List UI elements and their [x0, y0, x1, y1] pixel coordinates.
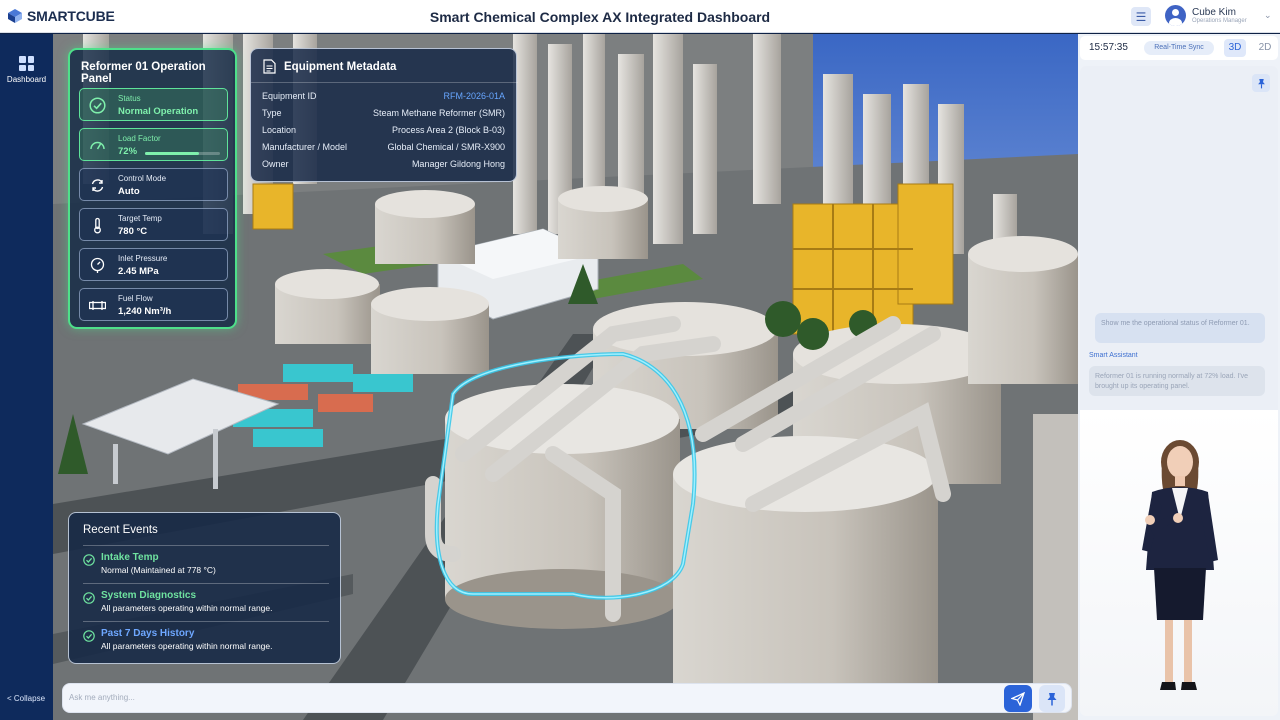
- sidebar: Dashboard < Collapse: [0, 34, 53, 720]
- avatar: [1165, 5, 1186, 26]
- stat-value: 2.45 MPa: [118, 266, 159, 277]
- events-title: Recent Events: [83, 524, 158, 536]
- check-icon: [83, 554, 95, 566]
- panel-title: Reformer 01 Operation Panel: [81, 61, 206, 85]
- view-2d-toggle[interactable]: 2D: [1254, 39, 1276, 57]
- assistant-avatar-figure: [1142, 440, 1218, 690]
- pin-button[interactable]: [1039, 685, 1065, 712]
- user-name: Cube Kim: [1192, 7, 1236, 18]
- menu-button[interactable]: ☰: [1131, 7, 1151, 26]
- assistant-avatar-video: [1080, 410, 1278, 716]
- view-3d-toggle[interactable]: 3D: [1224, 39, 1246, 57]
- sidebar-item-dashboard[interactable]: Dashboard: [0, 56, 53, 84]
- user-message: Show me the operational status of Reform…: [1095, 313, 1265, 343]
- pressure-gauge-icon: [90, 257, 105, 273]
- chevron-down-icon[interactable]: ⌄: [1264, 10, 1272, 21]
- check-circle-icon: [89, 97, 106, 114]
- load-progress-fill: [145, 152, 199, 155]
- check-icon: [83, 630, 95, 642]
- event-desc: Normal (Maintained at 778 °C): [101, 565, 216, 575]
- menu-icon: ☰: [1135, 9, 1147, 24]
- fuel-flow-card[interactable]: Fuel Flow 1,240 Nm³/h: [79, 288, 228, 321]
- assistant-message: Reformer 01 is running normally at 72% l…: [1089, 366, 1265, 396]
- control-mode-card[interactable]: Control Mode Auto: [79, 168, 228, 201]
- refresh-icon: [91, 179, 104, 192]
- collapse-button[interactable]: < Collapse: [7, 694, 45, 703]
- stat-label: Control Mode: [118, 174, 167, 183]
- reformer-operation-panel: Reformer 01 Operation Panel Status Norma…: [68, 48, 237, 329]
- pin-icon: [1047, 692, 1057, 705]
- chat-pin-button[interactable]: [1252, 74, 1270, 92]
- event-desc: All parameters operating within normal r…: [101, 641, 273, 651]
- pipe-flow-icon: [89, 301, 106, 310]
- document-icon: [263, 59, 276, 74]
- metadata-key: Owner: [262, 159, 289, 169]
- divider: [83, 545, 329, 546]
- stat-label: Inlet Pressure: [118, 254, 168, 263]
- stat-label: Status: [118, 94, 141, 103]
- ask-input[interactable]: Ask me anything...: [69, 693, 135, 702]
- equipment-id-link[interactable]: RFM-2026-01A: [443, 91, 505, 101]
- recent-events-panel: Recent Events Intake Temp Normal (Mainta…: [68, 512, 341, 664]
- clock: 15:57:35: [1089, 42, 1128, 53]
- user-menu[interactable]: Cube Kim Operations Manager: [1165, 5, 1247, 26]
- send-button[interactable]: [1004, 685, 1032, 712]
- ask-bar: Ask me anything...: [62, 683, 1072, 713]
- equipment-metadata-panel: Equipment Metadata Equipment ID RFM-2026-…: [250, 48, 518, 182]
- stat-value: 72%: [118, 146, 138, 157]
- stat-label: Load Factor: [118, 134, 161, 143]
- sidebar-item-label: Dashboard: [6, 75, 47, 84]
- metadata-value: Global Chemical / SMR-X900: [387, 142, 505, 152]
- stat-label: Fuel Flow: [118, 294, 153, 303]
- metadata-value: Process Area 2 (Block B-03): [391, 125, 505, 135]
- thermometer-icon: [94, 217, 101, 234]
- stat-value: Normal Operation: [118, 106, 199, 117]
- page-title: Smart Chemical Complex AX Integrated Das…: [429, 9, 771, 25]
- stat-value: 780 °C: [118, 226, 148, 237]
- event-title: Past 7 Days History: [101, 628, 195, 639]
- gauge-icon: [90, 141, 105, 150]
- load-progress-bar: [145, 152, 220, 155]
- event-title: System Diagnostics: [101, 590, 197, 601]
- metadata-header: Equipment Metadata: [263, 59, 396, 74]
- event-desc: All parameters operating within normal r…: [101, 603, 273, 613]
- inlet-pressure-card[interactable]: Inlet Pressure 2.45 MPa: [79, 248, 228, 281]
- metadata-value: Steam Methane Reformer (SMR): [372, 108, 505, 118]
- metadata-key: Equipment ID: [262, 91, 317, 101]
- metadata-value: Manager Gildong Hong: [411, 159, 505, 169]
- stat-value: Auto: [118, 186, 140, 197]
- divider: [251, 82, 518, 83]
- pin-icon: [1257, 78, 1265, 88]
- divider: [83, 583, 329, 584]
- stat-value: 1,240 Nm³/h: [118, 306, 172, 317]
- load-factor-card[interactable]: Load Factor 72%: [79, 128, 228, 161]
- status-card[interactable]: Status Normal Operation: [79, 88, 228, 121]
- metadata-title: Equipment Metadata: [284, 60, 397, 73]
- dashboard-icon: [19, 56, 34, 71]
- event-title: Intake Temp: [101, 552, 159, 563]
- send-icon: [1011, 691, 1025, 706]
- metadata-key: Manufacturer / Model: [262, 142, 348, 152]
- target-temp-card[interactable]: Target Temp 780 °C: [79, 208, 228, 241]
- check-icon: [83, 592, 95, 604]
- top-bar: SMARTCUBE Smart Chemical Complex AX Inte…: [0, 0, 1280, 33]
- divider: [83, 621, 329, 622]
- stat-label: Target Temp: [118, 214, 162, 223]
- assistant-label: Smart Assistant: [1089, 352, 1138, 359]
- metadata-key: Location: [262, 125, 297, 135]
- chat-panel: Show me the operational status of Reform…: [1080, 66, 1278, 716]
- clock-bar: 15:57:35 Real-Time Sync 3D 2D: [1080, 36, 1278, 60]
- user-role: Operations Manager: [1192, 18, 1247, 24]
- realtime-sync-badge[interactable]: Real-Time Sync: [1144, 41, 1214, 55]
- metadata-key: Type: [262, 108, 282, 118]
